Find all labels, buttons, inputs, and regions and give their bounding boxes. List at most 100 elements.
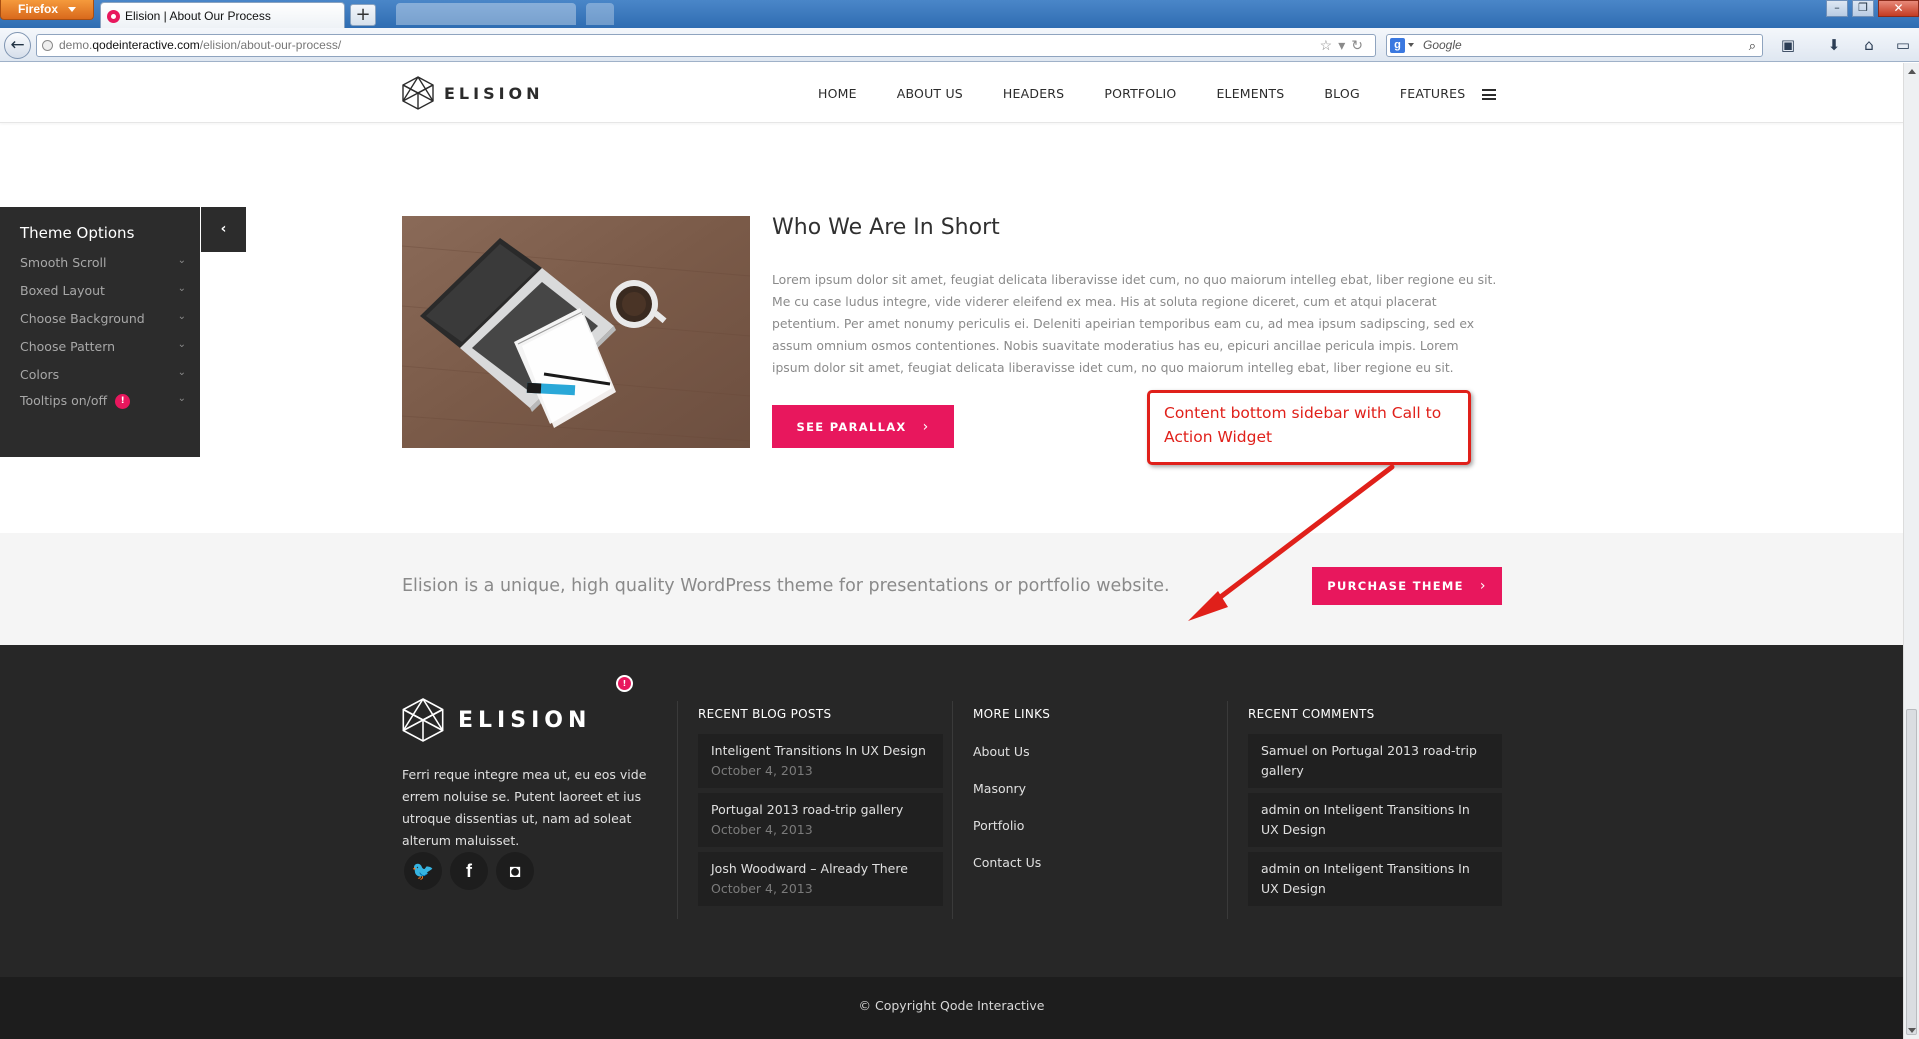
option-label: Choose Pattern [20, 339, 116, 354]
magnifier-icon[interactable]: ⌕ [1749, 35, 1756, 56]
option-colors[interactable]: Colors ⌄ [20, 367, 186, 382]
chevron-down-icon: ⌄ [177, 367, 186, 378]
option-tooltips[interactable]: Tooltips on/off! ⌄ [20, 393, 186, 409]
bookmark-star-icon[interactable]: ☆ [1320, 37, 1339, 53]
copyright-text: © Copyright Qode Interactive [858, 998, 1045, 1013]
cube-logo-icon [402, 76, 434, 110]
scrollbar-thumb[interactable] [1906, 709, 1917, 1035]
nav-elements[interactable]: ELEMENTS [1216, 86, 1284, 101]
address-bar[interactable]: demo.qodeinteractive.com/elision/about-o… [36, 34, 1376, 57]
url-host: qodeinteractive.com [92, 38, 200, 52]
recent-post-item[interactable]: Inteligent Transitions In UX Design Octo… [698, 734, 943, 788]
instagram-icon[interactable]: ◘ [496, 852, 534, 890]
tab-title: Elision | About Our Process [125, 9, 271, 23]
close-window-icon[interactable]: ✕ [1878, 0, 1919, 17]
site-logo[interactable]: ELISION [402, 76, 544, 110]
nav-blog[interactable]: BLOG [1324, 86, 1359, 101]
call-to-action-widget: Elision is a unique, high quality WordPr… [0, 533, 1903, 645]
recent-comments-title: RECENT COMMENTS [1248, 707, 1375, 721]
footer-tooltip-badge[interactable]: ! [616, 675, 633, 692]
copyright-bar: © Copyright Qode Interactive [0, 977, 1903, 1039]
scroll-up-arrow-icon[interactable] [1908, 69, 1916, 74]
recent-posts-title: RECENT BLOG POSTS [698, 707, 832, 721]
main-navigation: HOME ABOUT US HEADERS PORTFOLIO ELEMENTS… [818, 63, 1505, 123]
minimize-icon[interactable]: – [1826, 0, 1848, 17]
home-icon[interactable]: ⌂ [1857, 34, 1881, 56]
scroll-down-arrow-icon[interactable] [1908, 1028, 1916, 1033]
column-divider [952, 701, 953, 919]
hamburger-menu-icon[interactable] [1482, 89, 1496, 100]
option-label: Colors [20, 367, 60, 382]
reload-icon[interactable]: ↻ [1351, 37, 1369, 53]
search-engine-icon[interactable]: g [1390, 38, 1405, 53]
option-boxed-layout[interactable]: Boxed Layout ⌄ [20, 283, 186, 298]
section-title: Who We Are In Short [772, 215, 1000, 240]
link-about-us[interactable]: About Us [973, 744, 1030, 759]
site-identity-icon[interactable] [42, 40, 53, 51]
theme-options-panel: Theme Options Smooth Scroll ⌄ Boxed Layou… [0, 207, 200, 457]
recent-post-item[interactable]: Josh Woodward – Already There October 4,… [698, 852, 943, 906]
theme-panel-toggle-button[interactable]: ‹ [201, 207, 246, 252]
post-title[interactable]: Josh Woodward – Already There [711, 859, 930, 879]
downloads-icon[interactable]: ⬇ [1822, 34, 1846, 56]
bookmarks-icon[interactable]: ▣ [1776, 34, 1800, 56]
browser-tab-inactive-2[interactable] [586, 3, 614, 25]
column-divider [1227, 701, 1228, 919]
option-label: Boxed Layout [20, 283, 105, 298]
website-viewport: ELISION HOME ABOUT US HEADERS PORTFOLIO … [0, 63, 1903, 1039]
window-icon[interactable]: ▭ [1891, 34, 1915, 56]
see-parallax-button[interactable]: SEE PARALLAX › [772, 405, 954, 448]
search-placeholder: Google [1423, 38, 1462, 52]
footer-logo[interactable]: ELISION [402, 697, 591, 743]
nav-headers[interactable]: HEADERS [1003, 86, 1064, 101]
tooltip-badge: ! [115, 394, 131, 409]
option-choose-pattern[interactable]: Choose Pattern ⌄ [20, 339, 186, 354]
cta-text: Elision is a unique, high quality WordPr… [402, 576, 1170, 596]
more-links-title: MORE LINKS [973, 707, 1051, 721]
url-actions: ☆▾↻ [1320, 35, 1369, 56]
chevron-left-icon: ‹ [220, 221, 227, 237]
firefox-menu-button[interactable]: Firefox [0, 0, 94, 20]
page-scrollbar[interactable] [1903, 63, 1919, 1039]
maximize-icon[interactable]: ❐ [1852, 0, 1874, 17]
chevron-down-icon: ⌄ [177, 393, 186, 404]
theme-options-title: Theme Options [20, 224, 135, 242]
browser-tab-inactive[interactable] [396, 3, 576, 25]
search-engine-dropdown-icon[interactable] [1408, 43, 1414, 47]
link-masonry[interactable]: Masonry [973, 781, 1026, 796]
twitter-icon[interactable]: 🐦 [404, 852, 442, 890]
url-path: /elision/about-our-process/ [199, 38, 342, 52]
search-bar[interactable]: g Google ⌕ [1386, 34, 1763, 57]
post-date: October 4, 2013 [711, 881, 813, 896]
recent-comment-item[interactable]: admin on Inteligent Transitions In UX De… [1248, 852, 1502, 906]
option-label: Choose Background [20, 311, 145, 326]
recent-post-item[interactable]: Portugal 2013 road-trip gallery October … [698, 793, 943, 847]
annotation-text: Content bottom sidebar with Call to Acti… [1164, 404, 1442, 446]
recent-comment-item[interactable]: admin on Inteligent Transitions In UX De… [1248, 793, 1502, 847]
nav-portfolio[interactable]: PORTFOLIO [1104, 86, 1176, 101]
post-title[interactable]: Inteligent Transitions In UX Design [711, 741, 930, 761]
url-prefix: demo. [59, 38, 93, 52]
post-date: October 4, 2013 [711, 763, 813, 778]
link-contact-us[interactable]: Contact Us [973, 855, 1041, 870]
nav-features[interactable]: FEATURES [1400, 86, 1466, 101]
chevron-down-icon: ⌄ [177, 311, 186, 322]
recent-comment-item[interactable]: Samuel on Portugal 2013 road-trip galler… [1248, 734, 1502, 788]
link-portfolio[interactable]: Portfolio [973, 818, 1024, 833]
back-arrow-icon[interactable]: ← [4, 32, 31, 59]
browser-tab-active[interactable]: Elision | About Our Process [100, 2, 345, 28]
option-smooth-scroll[interactable]: Smooth Scroll ⌄ [20, 255, 186, 270]
post-title[interactable]: Portugal 2013 road-trip gallery [711, 800, 930, 820]
chevron-down-icon: ⌄ [177, 339, 186, 350]
annotation-callout: Content bottom sidebar with Call to Acti… [1147, 390, 1471, 465]
new-tab-button[interactable]: + [350, 4, 376, 26]
section-text: Lorem ipsum dolor sit amet, feugiat deli… [772, 272, 1497, 375]
nav-home[interactable]: HOME [818, 86, 857, 101]
facebook-icon[interactable]: f [450, 852, 488, 890]
browser-navigation-bar: ← demo.qodeinteractive.com/elision/about… [0, 28, 1919, 62]
footer-logo-text: ELISION [458, 707, 592, 733]
nav-about-us[interactable]: ABOUT US [897, 86, 963, 101]
option-choose-background[interactable]: Choose Background ⌄ [20, 311, 186, 326]
history-dropdown-icon[interactable]: ▾ [1338, 37, 1351, 53]
dropdown-arrow-icon [68, 7, 76, 12]
